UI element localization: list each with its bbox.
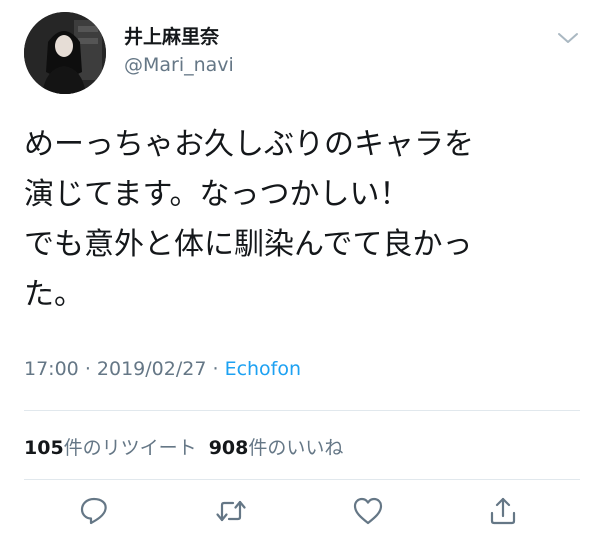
retweets-count: 105 xyxy=(24,437,64,459)
user-handle[interactable]: @Mari_navi xyxy=(124,54,234,76)
tweet-meta: 17:00 · 2019/02/27 · Echofon xyxy=(24,358,301,380)
display-name[interactable]: 井上麻里奈 xyxy=(124,22,219,49)
tweet-date: 2019/02/27 xyxy=(96,358,207,380)
tweet-text-line: た。 xyxy=(24,277,84,312)
tweet-text-line: でも意外と体に馴染んでて良かっ xyxy=(24,227,473,262)
retweet-icon[interactable] xyxy=(214,494,248,528)
meta-separator: · xyxy=(84,358,91,380)
tweet-text: めーっちゃお久しぶりのキャラを 演じてます。なっつかしい！ でも意外と体に馴染ん… xyxy=(24,120,584,320)
retweets-label: 件のリツイート xyxy=(63,437,197,459)
likes-stat[interactable]: 908件のいいね xyxy=(209,437,344,459)
divider xyxy=(24,479,580,480)
meta-separator: · xyxy=(212,358,219,380)
tweet-detail: 井上麻里奈 @Mari_navi めーっちゃお久しぶりのキャラを 演じてます。な… xyxy=(0,0,600,549)
tweet-text-line: 演じてます。なっつかしい！ xyxy=(24,177,410,212)
divider xyxy=(24,410,580,411)
tweet-time: 17:00 xyxy=(24,358,79,380)
action-bar xyxy=(0,494,600,534)
avatar[interactable] xyxy=(24,12,106,94)
share-icon[interactable] xyxy=(486,494,520,528)
tweet-stats: 105件のリツイート 908件のいいね xyxy=(24,433,343,460)
tweet-text-line: めーっちゃお久しぶりのキャラを xyxy=(24,127,474,162)
heart-icon[interactable] xyxy=(351,494,385,528)
likes-count: 908 xyxy=(208,437,249,459)
tweet-source-link[interactable]: Echofon xyxy=(225,358,301,380)
reply-icon[interactable] xyxy=(77,494,111,528)
likes-label: 件のいいね xyxy=(248,437,344,459)
chevron-down-icon[interactable] xyxy=(555,28,581,48)
retweets-stat[interactable]: 105件のリツイート xyxy=(24,437,197,459)
